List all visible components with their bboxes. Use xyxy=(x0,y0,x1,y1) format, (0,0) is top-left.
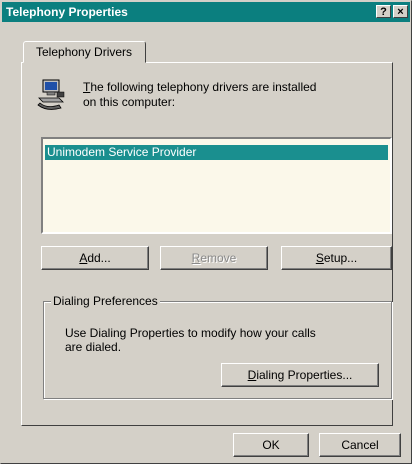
dialing-text-line2: are dialed. xyxy=(65,340,122,354)
list-item[interactable]: Unimodem Service Provider xyxy=(45,145,388,160)
dialing-label: ialing Properties... xyxy=(256,368,353,382)
setup-label: etup... xyxy=(323,251,358,265)
dialing-properties-button[interactable]: Dialing Properties... xyxy=(221,363,379,387)
intro-line2: on this computer: xyxy=(83,95,176,109)
drivers-intro-text: The following telephony drivers are inst… xyxy=(83,80,373,110)
title-bar[interactable]: Telephony Properties ? × xyxy=(2,2,410,22)
add-label: dd... xyxy=(87,251,111,265)
dialing-preferences-label: Dialing Preferences xyxy=(51,294,160,308)
tab-telephony-drivers[interactable]: Telephony Drivers xyxy=(23,41,146,63)
intro-line1: he following telephony drivers are insta… xyxy=(90,80,317,94)
dialing-accel: D xyxy=(247,368,257,382)
close-icon: × xyxy=(397,6,404,18)
help-icon: ? xyxy=(380,6,387,18)
drivers-listbox[interactable]: Unimodem Service Provider xyxy=(41,137,392,234)
remove-label: emove xyxy=(200,251,237,265)
remove-accel: R xyxy=(191,251,201,265)
add-button[interactable]: Add... xyxy=(41,246,149,270)
telephony-properties-dialog: Telephony Properties ? × Telephony Drive… xyxy=(0,0,412,464)
help-button[interactable]: ? xyxy=(376,5,391,18)
tab-label: Telephony Drivers xyxy=(36,45,133,59)
dialing-text-line1: Use Dialing Properties to modify how you… xyxy=(65,326,316,340)
ok-button[interactable]: OK xyxy=(233,433,309,457)
dialing-description: Use Dialing Properties to modify how you… xyxy=(65,326,375,354)
computer-telephony-icon xyxy=(37,79,65,110)
setup-button[interactable]: Setup... xyxy=(281,246,392,270)
remove-button[interactable]: Remove xyxy=(160,246,268,270)
close-button[interactable]: × xyxy=(393,5,408,18)
window-title: Telephony Properties xyxy=(6,5,128,19)
setup-accel: S xyxy=(315,251,324,265)
list-item-label: Unimodem Service Provider xyxy=(47,145,197,159)
cancel-button[interactable]: Cancel xyxy=(319,433,401,457)
